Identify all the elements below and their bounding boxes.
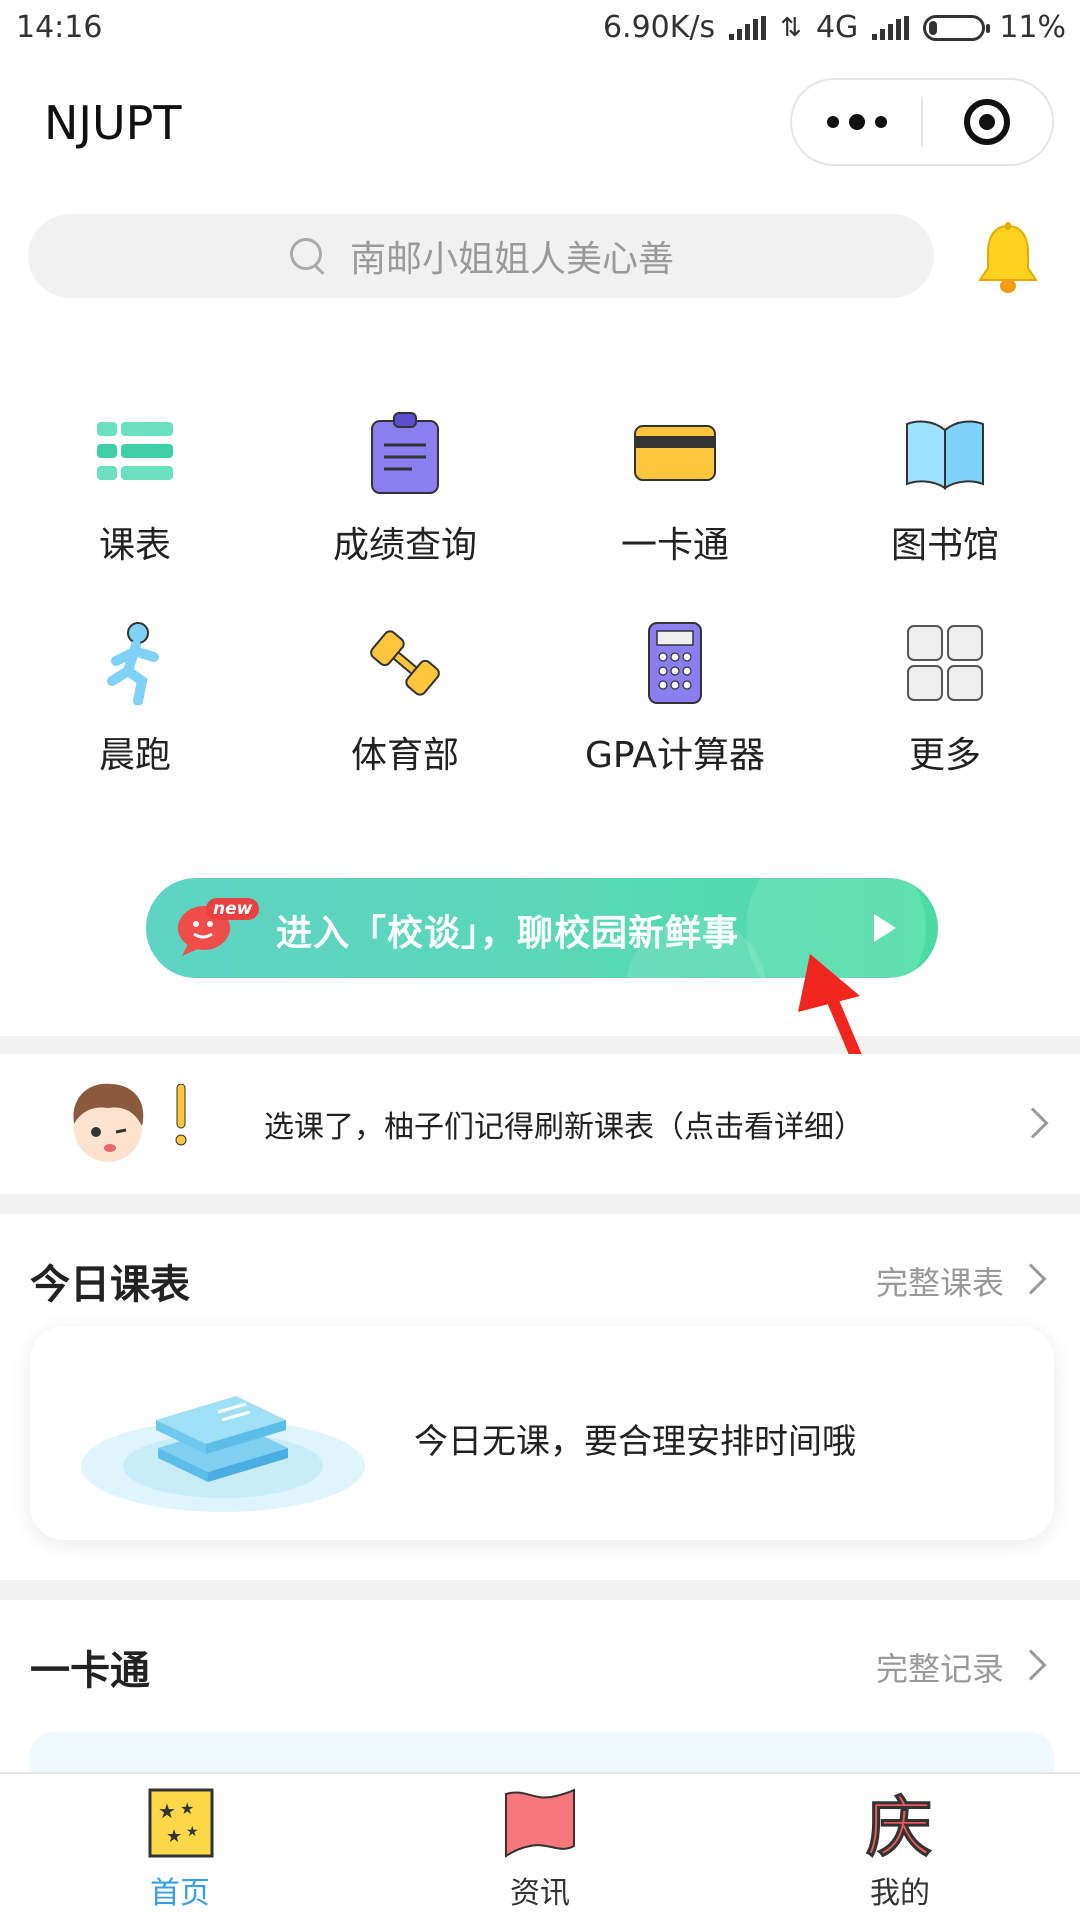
grid-item-gpa[interactable]: GPA计算器 [540, 618, 810, 778]
banner-text: 进入「校谈」，聊校园新鲜事 [276, 913, 740, 954]
signal-icon [729, 15, 767, 40]
target-icon [964, 99, 1011, 145]
tab-label: 资讯 [510, 1876, 570, 1911]
grid-label: 课表 [98, 525, 171, 566]
svg-text:庆: 庆 [866, 1789, 932, 1860]
new-badge: new [206, 898, 260, 920]
function-grid: 课表 成绩查询 一卡通 图书馆 晨跑 体育部 GPA计算器 更多 new 进入「… [0, 338, 1080, 1110]
chevron-right-icon [1017, 1107, 1049, 1139]
notice-bar[interactable]: 选课了，柚子们记得刷新课表（点击看详细） [0, 1054, 1080, 1194]
books-illustration [81, 1396, 365, 1512]
section-title: 一卡通 [30, 1648, 150, 1694]
tab-mine[interactable]: 庆 我的 [800, 1788, 1000, 1912]
tab-bar: ★ ★ ★ ★ 首页 资讯 庆 我的 [0, 1772, 1080, 1920]
grid-item-library[interactable]: 图书馆 [810, 408, 1080, 568]
book-icon [900, 408, 990, 498]
grid-label: 晨跑 [98, 735, 171, 776]
page-title: NJUPT [44, 96, 182, 150]
grid-item-morning-run[interactable]: 晨跑 [0, 618, 270, 778]
grid-item-grades[interactable]: 成绩查询 [270, 408, 540, 568]
grid-item-more[interactable]: 更多 [810, 618, 1080, 778]
today-schedule-section: 今日课表 完整课表 今日无课，要合理安排时间哦 [0, 1214, 1080, 1580]
grid-label: 体育部 [350, 735, 459, 776]
net-speed: 6.90K/s [602, 10, 716, 45]
tab-label: 我的 [870, 1876, 930, 1911]
search-row: 南邮小姐姐人美心善 [0, 206, 1080, 338]
grid-item-schedule[interactable]: 课表 [0, 408, 270, 568]
network-type: 4G [815, 10, 859, 45]
card-icon [630, 408, 720, 498]
play-icon [874, 914, 896, 942]
section-title: 今日课表 [30, 1262, 190, 1308]
chevron-right-icon [1015, 1263, 1047, 1295]
chevron-right-icon [1015, 1649, 1047, 1681]
search-icon [288, 236, 328, 276]
empty-schedule-text: 今日无课，要合理安排时间哦 [414, 1422, 856, 1462]
full-records-link[interactable]: 完整记录 [876, 1644, 1004, 1690]
avatar [73, 1083, 144, 1162]
schedule-card: 今日无课，要合理安排时间哦 [30, 1326, 1054, 1540]
campus-card-preview [30, 1732, 1054, 1772]
signal-icon-2 [872, 15, 910, 40]
home-stars-icon: ★ ★ ★ ★ [148, 1788, 214, 1858]
grid-label: GPA计算器 [585, 735, 765, 776]
svg-text:★: ★ [186, 1824, 199, 1840]
svg-text:★: ★ [158, 1799, 176, 1823]
data-transfer-icon: ⇅ [780, 12, 802, 43]
flag-icon [505, 1788, 575, 1858]
full-schedule-link[interactable]: 完整课表 [876, 1258, 1004, 1304]
notice-text: 选课了，柚子们记得刷新课表（点击看详细） [264, 1110, 864, 1145]
campus-card-section: 一卡通 完整记录 [0, 1600, 1080, 1772]
status-bar: 14:16 6.90K/s ⇅ 4G 11% [0, 0, 1080, 56]
close-mini-program-button[interactable] [923, 80, 1052, 164]
nav-bar: NJUPT [0, 56, 1080, 206]
bell-icon[interactable] [976, 222, 1040, 296]
runner-icon [90, 618, 180, 708]
svg-text:★: ★ [180, 1799, 194, 1818]
exclamation-icon [175, 1084, 187, 1146]
celebration-character-icon: 庆 [866, 1789, 933, 1867]
mini-program-capsule [790, 78, 1054, 166]
grid-label: 一卡通 [620, 525, 729, 566]
more-grid-icon [900, 618, 990, 708]
tab-label: 首页 [150, 1876, 210, 1911]
calculator-icon [630, 618, 720, 708]
grid-label: 成绩查询 [332, 525, 477, 566]
search-placeholder: 南邮小姐姐人美心善 [349, 239, 674, 280]
battery-level: 11% [999, 10, 1066, 45]
dumbbell-icon [360, 618, 450, 708]
svg-text:★: ★ [166, 1826, 182, 1847]
status-right: 6.90K/s ⇅ 4G 11% [603, 10, 1066, 45]
grid-label: 图书馆 [890, 525, 999, 566]
grid-item-sports[interactable]: 体育部 [270, 618, 540, 778]
schedule-icon [90, 408, 180, 498]
grid-item-campus-card[interactable]: 一卡通 [540, 408, 810, 568]
tab-news[interactable]: 资讯 [440, 1788, 640, 1912]
grid-label: 更多 [908, 735, 981, 776]
search-input[interactable]: 南邮小姐姐人美心善 [28, 214, 934, 298]
tab-home[interactable]: ★ ★ ★ ★ 首页 [80, 1788, 280, 1912]
grades-clipboard-icon [360, 408, 450, 498]
battery-icon [923, 14, 991, 41]
more-options-button[interactable] [792, 80, 921, 164]
status-time: 14:16 [16, 10, 103, 45]
